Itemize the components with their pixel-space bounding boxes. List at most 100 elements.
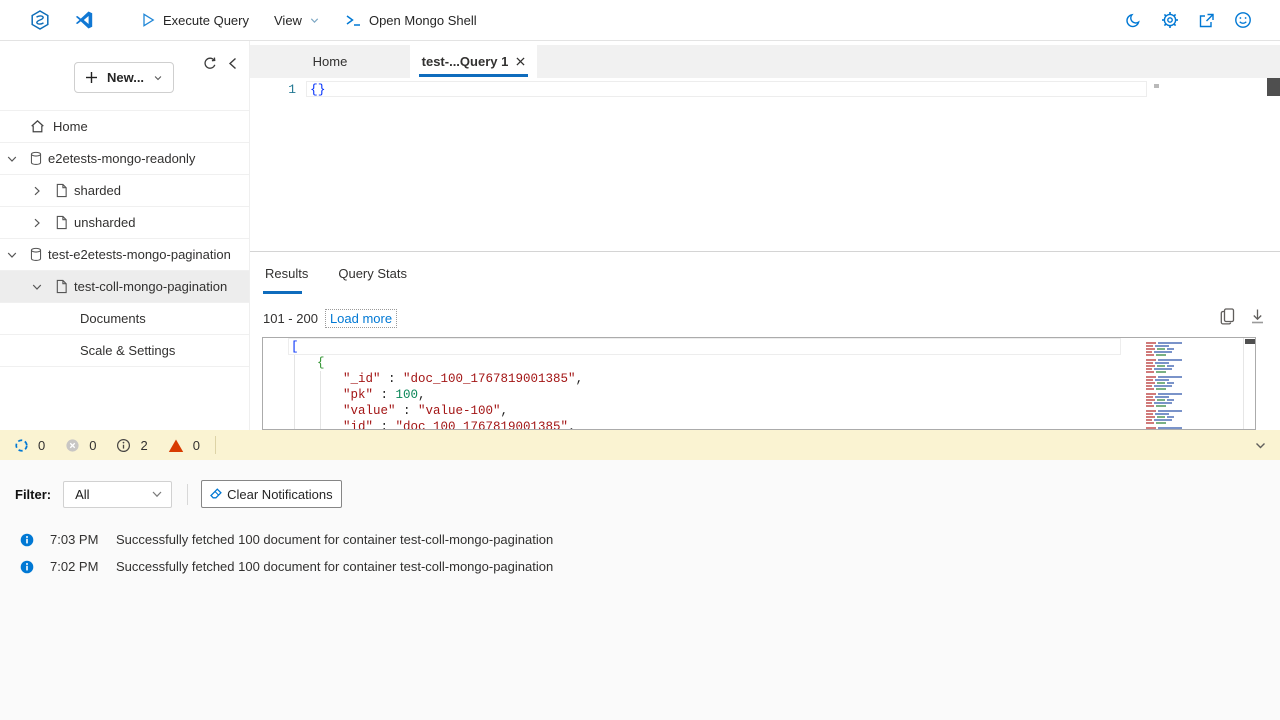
sidebar-item-label: Home — [53, 119, 88, 134]
filter-dropdown[interactable]: All — [63, 481, 172, 508]
query-editor[interactable]: 1 {} — [250, 78, 1280, 252]
notification-status-bar[interactable]: 0 0 2 0 — [0, 430, 1280, 460]
settings-gear-icon[interactable] — [1161, 11, 1179, 29]
sidebar-item-label: Documents — [80, 311, 146, 326]
results-vertical-scrollbar[interactable] — [1243, 338, 1255, 429]
refresh-tree-icon[interactable] — [203, 56, 217, 71]
collapse-panel-chevron-icon[interactable] — [1254, 439, 1267, 452]
sidebar-item-label: test-e2etests-mongo-pagination — [48, 247, 231, 262]
view-menu-button[interactable]: View — [274, 13, 320, 28]
execute-query-label: Execute Query — [163, 13, 249, 28]
sidebar-item-label: test-coll-mongo-pagination — [74, 279, 227, 294]
status-info[interactable]: 2 — [116, 438, 147, 453]
chevron-down-icon[interactable] — [31, 281, 43, 293]
results-panel: Results Query Stats 101 - 200 Load more … — [250, 252, 1280, 430]
open-mongo-shell-button[interactable]: Open Mongo Shell — [345, 13, 477, 28]
chevron-down-icon — [151, 488, 163, 500]
close-tab-icon[interactable] — [516, 57, 525, 66]
status-errors[interactable]: 0 — [65, 438, 96, 453]
sidebar-item-home[interactable]: Home — [0, 111, 249, 143]
filter-label: Filter: — [15, 487, 51, 502]
chevron-right-icon[interactable] — [31, 185, 43, 197]
divider — [187, 484, 188, 505]
json-line: "pk" : 100, — [263, 387, 1123, 403]
error-dismiss-icon — [65, 438, 80, 453]
sidebar-item-collection-unsharded[interactable]: unsharded — [0, 207, 249, 239]
tab-results[interactable]: Results — [265, 266, 308, 281]
tab-query[interactable]: test-...Query 1 — [410, 45, 537, 78]
result-range-label: 101 - 200 — [263, 311, 318, 326]
home-icon — [30, 119, 45, 134]
sidebar-item-scale-settings[interactable]: Scale & Settings — [0, 335, 249, 367]
collection-icon — [55, 215, 68, 230]
eraser-icon — [209, 487, 223, 501]
open-in-new-window-icon[interactable] — [1198, 12, 1215, 29]
feedback-smiley-icon[interactable] — [1234, 11, 1252, 29]
results-tab-underline — [263, 291, 302, 294]
notification-list: 7:03 PM Successfully fetched 100 documen… — [0, 526, 1280, 580]
resource-sidebar: New... Home — [0, 41, 250, 430]
notification-item[interactable]: 7:02 PM Successfully fetched 100 documen… — [0, 553, 1280, 580]
json-line: "value" : "value-100", — [263, 403, 1123, 419]
status-warnings[interactable]: 0 — [168, 438, 200, 453]
sidebar-item-collection-sharded[interactable]: sharded — [0, 175, 249, 207]
new-button-label: New... — [107, 70, 144, 85]
notification-item[interactable]: 7:03 PM Successfully fetched 100 documen… — [0, 526, 1280, 553]
results-minimap — [1142, 342, 1242, 429]
editor-vertical-scrollbar[interactable] — [1266, 78, 1280, 251]
info-filled-icon — [20, 560, 34, 574]
notifications-panel: Filter: All Clear Notifications 7:03 — [0, 460, 1280, 720]
info-count: 2 — [140, 438, 147, 453]
collapse-sidebar-icon[interactable] — [228, 56, 237, 71]
database-icon — [29, 151, 43, 166]
load-more-link[interactable]: Load more — [325, 309, 397, 328]
terminal-icon — [345, 13, 362, 28]
chevron-right-icon[interactable] — [31, 217, 43, 229]
query-text: {} — [310, 82, 326, 97]
notification-time: 7:03 PM — [50, 532, 114, 547]
sidebar-item-database-readonly[interactable]: e2etests-mongo-readonly — [0, 143, 249, 175]
new-resource-button[interactable]: New... — [74, 62, 174, 93]
clear-notifications-label: Clear Notifications — [227, 487, 333, 502]
sidebar-item-documents[interactable]: Documents — [0, 303, 249, 335]
json-line: "_id" : "doc_100_1767819001385", — [263, 371, 1123, 387]
plus-icon — [85, 71, 98, 84]
theme-toggle-moon-icon[interactable] — [1125, 12, 1142, 29]
cosmos-db-logo-icon — [29, 9, 51, 31]
notification-message: Successfully fetched 100 document for co… — [116, 532, 553, 547]
warning-count: 0 — [193, 438, 200, 453]
collection-icon — [55, 279, 68, 294]
warning-triangle-icon — [168, 438, 184, 453]
tab-home[interactable]: Home — [250, 45, 410, 78]
editor-minimap — [1154, 84, 1159, 88]
chevron-down-icon[interactable] — [6, 153, 18, 165]
sidebar-item-label: unsharded — [74, 215, 135, 230]
results-json-viewer[interactable]: [ { "_id" : "doc_100_1767819001385", "pk… — [262, 337, 1256, 430]
notification-time: 7:02 PM — [50, 559, 114, 574]
tab-query-label: test-...Query 1 — [422, 54, 509, 69]
sidebar-item-label: sharded — [74, 183, 121, 198]
view-label: View — [274, 13, 302, 28]
command-bar: Execute Query View Open Mongo Shell — [0, 0, 1280, 41]
info-outline-icon — [116, 438, 131, 453]
tab-query-stats[interactable]: Query Stats — [338, 266, 407, 281]
play-icon — [140, 12, 156, 28]
line-number: 1 — [250, 82, 296, 97]
execute-query-button[interactable]: Execute Query — [140, 12, 249, 28]
chevron-down-icon[interactable] — [6, 249, 18, 261]
scrollbar-thumb[interactable] — [1245, 339, 1255, 344]
sidebar-item-database-pagination[interactable]: test-e2etests-mongo-pagination — [0, 239, 249, 271]
in-progress-count: 0 — [38, 438, 45, 453]
copy-results-icon[interactable] — [1219, 307, 1236, 326]
divider — [215, 436, 216, 454]
download-results-icon[interactable] — [1249, 307, 1266, 326]
scrollbar-thumb[interactable] — [1267, 78, 1280, 96]
document-tab-strip: Home test-...Query 1 — [250, 45, 1280, 78]
clear-notifications-button[interactable]: Clear Notifications — [201, 480, 342, 508]
database-icon — [29, 247, 43, 262]
active-tab-underline — [419, 74, 528, 77]
sidebar-item-collection-pagination[interactable]: test-coll-mongo-pagination — [0, 271, 249, 303]
json-line: [ — [263, 339, 1123, 355]
status-in-progress[interactable]: 0 — [14, 438, 45, 453]
vscode-logo-icon[interactable] — [74, 10, 94, 30]
